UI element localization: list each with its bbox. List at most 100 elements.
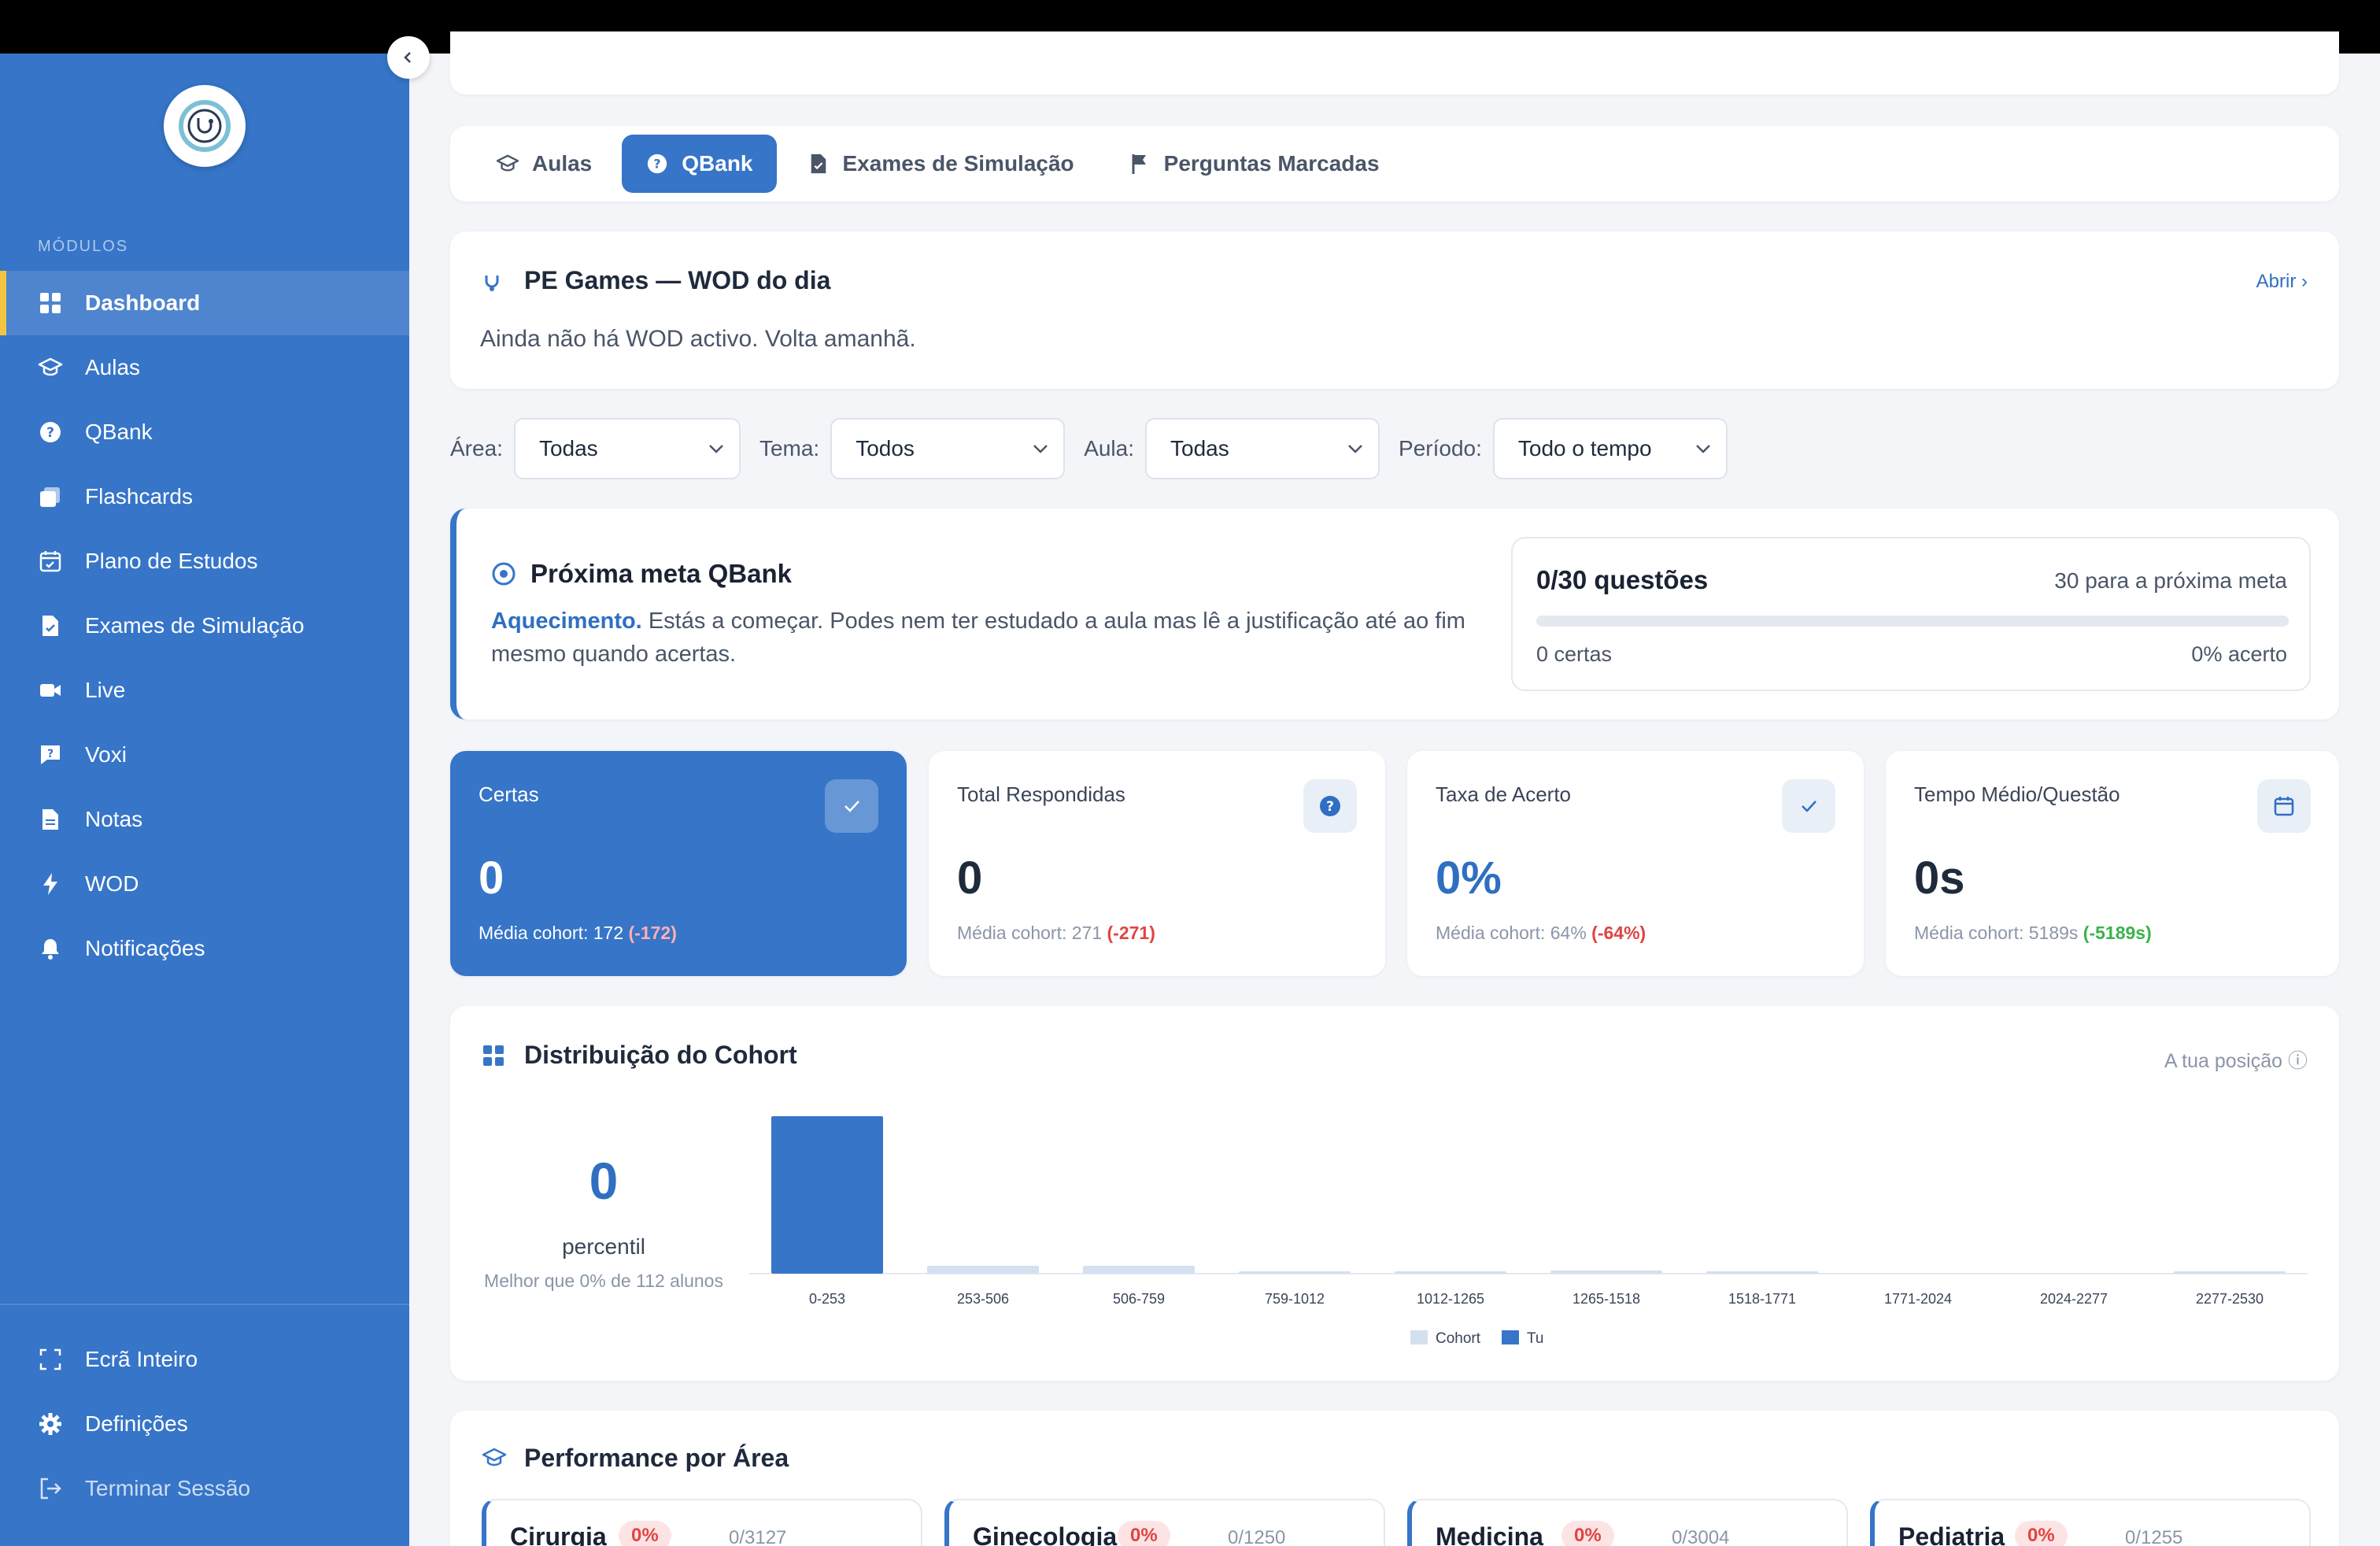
sidebar-item-label: Flashcards <box>85 484 193 509</box>
sidebar-item-logout[interactable]: Terminar Sessão <box>0 1456 409 1521</box>
area-card-pediatria[interactable]: Pediatria 0% 0/1255 <box>1870 1499 2311 1546</box>
wod-title: PE Games — WOD do dia <box>482 266 830 295</box>
tab-label: Aulas <box>532 151 593 176</box>
question-circle-icon: ? <box>38 420 63 445</box>
chart-tick-label: 2277-2530 <box>2196 1291 2264 1307</box>
stat-cohort-text: Média cohort: 271 <box>957 923 1103 943</box>
next-goal-card: Próxima meta QBank Aquecimento. Estás a … <box>450 509 2339 719</box>
chart-bar-cohort-1012-1265[interactable] <box>1395 1271 1506 1274</box>
tab-label: Perguntas Marcadas <box>1163 151 1380 176</box>
area-count: 0/3004 <box>1672 1527 1730 1546</box>
sidebar-item-label: Ecrã Inteiro <box>85 1347 198 1371</box>
chart-bar-cohort-1265-1518[interactable] <box>1550 1270 1662 1274</box>
area-name: Medicina <box>1436 1522 1543 1546</box>
sidebar-item-label: Notas <box>85 807 143 831</box>
area-card-medicina[interactable]: Medicina 0% 0/3004 <box>1407 1499 1848 1546</box>
sidebar-divider <box>0 1304 409 1305</box>
goal-description: Aquecimento. Estás a começar. Podes nem … <box>491 605 1483 671</box>
sidebar-item-label: Terminar Sessão <box>85 1476 251 1500</box>
chart-bar-tu-0-253[interactable] <box>771 1116 883 1274</box>
chart-tick-label: 1265-1518 <box>1572 1291 1640 1307</box>
document-check-icon <box>38 613 63 638</box>
stat-value: 0 <box>957 853 983 904</box>
chevron-down-icon <box>1033 445 1048 453</box>
distribution-title: Distribuição do Cohort <box>482 1041 797 1070</box>
stat-cohort: Média cohort: 5189s (-5189s) <box>1914 923 2152 944</box>
sidebar-item-notificacoes[interactable]: Notificações <box>0 916 409 981</box>
sidebar-item-plano-estudos[interactable]: Plano de Estudos <box>0 529 409 594</box>
sidebar-item-aulas[interactable]: Aulas <box>0 335 409 400</box>
collapse-sidebar-button[interactable] <box>387 36 430 79</box>
tab-label: Exames de Simulação <box>842 151 1074 176</box>
calendar-icon <box>2257 779 2311 833</box>
sidebar-item-flashcards[interactable]: Flashcards <box>0 464 409 529</box>
chart-bar-cohort-759-1012[interactable] <box>1239 1271 1351 1274</box>
filter-periodo-select[interactable]: Todo o tempo <box>1492 418 1728 479</box>
sidebar-item-fullscreen[interactable]: Ecrã Inteiro <box>0 1327 409 1392</box>
your-position-hint[interactable]: A tua posição ⓘ <box>2164 1045 2308 1074</box>
percentile-sub: Melhor que 0% de 112 alunos <box>484 1270 723 1291</box>
select-value: Todas <box>538 436 598 460</box>
tab-perguntas-marcadas[interactable]: Perguntas Marcadas <box>1104 135 1403 193</box>
sidebar-item-label: Plano de Estudos <box>85 549 258 573</box>
filter-periodo-label: Período: <box>1399 436 1482 460</box>
tab-aulas[interactable]: Aulas <box>472 135 615 193</box>
target-icon <box>491 561 516 586</box>
sidebar-item-dashboard[interactable]: Dashboard <box>0 271 409 335</box>
filter-area-select[interactable]: Todas <box>513 418 741 479</box>
sidebar-item-voxi[interactable]: ? Voxi <box>0 723 409 787</box>
select-value: Todas <box>1170 436 1229 460</box>
chart-bar-cohort-506-759[interactable] <box>1083 1266 1195 1274</box>
chat-question-icon: ? <box>38 742 63 767</box>
graduation-cap-icon <box>482 1446 507 1471</box>
chevron-left-icon <box>404 52 411 63</box>
sidebar-item-notas[interactable]: Notas <box>0 787 409 852</box>
legend-swatch-tu <box>1502 1330 1519 1344</box>
sidebar-item-live[interactable]: Live <box>0 658 409 723</box>
chevron-down-icon <box>709 445 723 453</box>
area-card-ginecologia[interactable]: Ginecologia 0% 0/1250 <box>944 1499 1385 1546</box>
cohort-distribution-card: Distribuição do Cohort A tua posição ⓘ 0… <box>450 1006 2339 1381</box>
tab-exames-simulacao[interactable]: Exames de Simulação <box>783 135 1098 193</box>
filter-aula-select[interactable]: Todas <box>1145 418 1380 479</box>
goal-title: Próxima meta QBank <box>491 559 792 589</box>
sidebar-item-wod[interactable]: WOD <box>0 852 409 916</box>
graduation-cap-icon <box>496 152 519 176</box>
area-badge: 0% <box>2015 1521 2068 1546</box>
area-name: Ginecologia <box>973 1522 1118 1546</box>
stat-cohort: Média cohort: 172 (-172) <box>479 923 677 944</box>
goal-title-text: Próxima meta QBank <box>530 559 792 588</box>
filter-tema-label: Tema: <box>759 436 820 460</box>
sidebar-item-qbank[interactable]: ? QBank <box>0 400 409 464</box>
question-circle-icon: ? <box>645 152 669 176</box>
section-tabs: Aulas ? QBank Exames de Simulação Pergun… <box>450 126 2339 202</box>
question-circle-icon: ? <box>1303 779 1357 833</box>
area-card-cirurgia[interactable]: Cirurgia 0% 0/3127 <box>482 1499 922 1546</box>
stat-value: 0 <box>479 853 504 904</box>
wod-open-link[interactable]: Abrir › <box>2256 271 2308 293</box>
tab-qbank[interactable]: ? QBank <box>622 135 777 193</box>
area-badge: 0% <box>1561 1521 1614 1546</box>
cards-icon <box>38 484 63 509</box>
filter-aula-label: Aula: <box>1084 436 1135 460</box>
chart-tick-label: 253-506 <box>957 1291 1009 1307</box>
stat-delta: (-5189s) <box>2082 923 2152 943</box>
app-logo[interactable] <box>164 85 246 167</box>
select-value: Todo o tempo <box>1517 436 1652 460</box>
sidebar-item-definicoes[interactable]: Definições <box>0 1392 409 1456</box>
area-name: Pediatria <box>1898 1522 2005 1546</box>
goal-next: 30 para a próxima meta <box>2054 568 2287 593</box>
chart-bar-cohort-2277-2530[interactable] <box>2174 1271 2286 1274</box>
graduation-cap-icon <box>38 355 63 380</box>
area-count: 0/1250 <box>1228 1527 1286 1546</box>
chart-bar-cohort-1518-1771[interactable] <box>1706 1271 1818 1274</box>
sidebar-item-exames[interactable]: Exames de Simulação <box>0 594 409 658</box>
distribution-title-text: Distribuição do Cohort <box>524 1041 797 1069</box>
chevron-down-icon <box>1695 445 1710 453</box>
select-value: Todos <box>856 436 915 460</box>
filter-tema-select[interactable]: Todos <box>830 418 1066 479</box>
svg-text:?: ? <box>654 157 661 172</box>
chart-bar-cohort-253-506[interactable] <box>927 1266 1039 1274</box>
sidebar-item-label: WOD <box>85 871 139 896</box>
stat-cohort-text: Média cohort: 64% <box>1436 923 1587 943</box>
